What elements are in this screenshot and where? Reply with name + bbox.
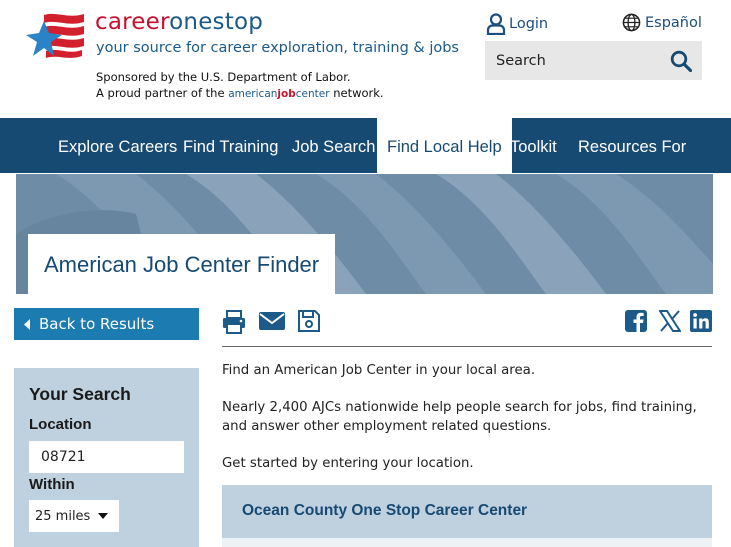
caret-left-icon [24, 318, 30, 330]
intro-text: Find an American Job Center in your loca… [222, 363, 536, 378]
nav-toolkit[interactable]: Toolkit [510, 118, 557, 173]
email-icon[interactable] [259, 310, 285, 332]
brand-part-career: career [95, 9, 170, 35]
sponsor-line-1: Sponsored by the U.S. Department of Labo… [96, 70, 351, 84]
within-value: 25 miles [35, 508, 91, 524]
linkedin-icon[interactable] [690, 310, 712, 332]
search-input[interactable] [485, 41, 665, 80]
globe-icon [622, 13, 641, 32]
sponsor-prefix: A proud partner of the [96, 86, 225, 100]
site-brand[interactable]: careeronestop [95, 9, 263, 35]
chevron-down-icon [98, 513, 108, 519]
toolbar-divider [222, 346, 712, 347]
print-icon[interactable] [222, 310, 246, 334]
back-label: Back to Results [39, 315, 155, 333]
site-tagline: your source for career exploration, trai… [96, 40, 459, 56]
nav-resources-for[interactable]: Resources For [578, 118, 686, 173]
brand-part-onestop: onestop [169, 9, 264, 35]
sponsor-line-2: A proud partner of the americanjobcenter… [96, 85, 384, 102]
login-link[interactable]: Login [486, 13, 548, 35]
main-navigation: Explore Careers Find Training Job Search… [0, 118, 731, 173]
cta-text: Get started by entering your location. [222, 456, 474, 471]
site-search [485, 41, 702, 80]
location-input[interactable] [29, 441, 184, 473]
facebook-icon[interactable] [625, 310, 647, 332]
back-to-results-button[interactable]: Back to Results [14, 308, 199, 340]
your-search-panel: Your Search Location Within 25 miles [14, 368, 199, 547]
result-card[interactable]: Ocean County One Stop Career Center [222, 485, 712, 538]
save-icon[interactable] [298, 310, 320, 332]
sponsor-text: Sponsored by the U.S. Department of Labo… [96, 69, 384, 102]
within-label: Within [29, 476, 75, 493]
careeronestop-logo-icon[interactable] [24, 11, 90, 65]
user-icon [486, 13, 506, 35]
page-title: American Job Center Finder [28, 234, 336, 294]
login-label: Login [509, 16, 549, 32]
language-label: Español [645, 14, 702, 31]
sponsor-suffix: network. [333, 86, 384, 100]
panel-title: Your Search [29, 384, 131, 404]
x-icon[interactable] [659, 310, 681, 332]
within-select[interactable]: 25 miles [29, 500, 119, 532]
nav-find-local-help[interactable]: Find Local Help [377, 118, 512, 173]
location-label: Location [29, 416, 92, 433]
ajc-logo: americanjobcenter [228, 88, 330, 100]
result-card-body [222, 538, 712, 547]
language-toggle[interactable]: Español [622, 13, 702, 32]
description-text: Nearly 2,400 AJCs nationwide help people… [222, 400, 697, 434]
search-icon[interactable] [670, 50, 692, 72]
nav-explore-careers[interactable]: Explore Careers [58, 118, 177, 173]
nav-find-training[interactable]: Find Training [183, 118, 278, 173]
nav-job-search[interactable]: Job Search [292, 118, 375, 173]
result-title[interactable]: Ocean County One Stop Career Center [242, 502, 527, 520]
